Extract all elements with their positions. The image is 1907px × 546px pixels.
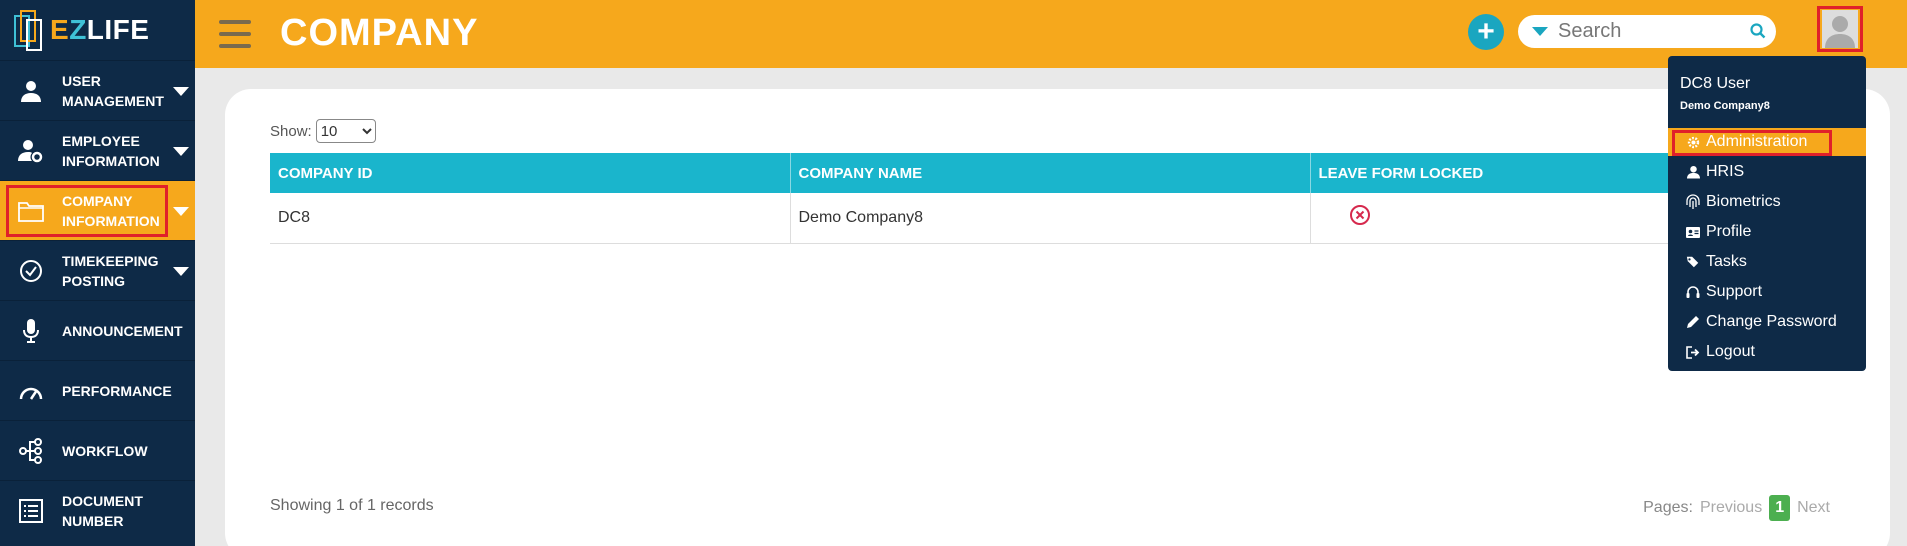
user-dropdown-menu: DC8 User Demo Company8 Administration HR… (1668, 56, 1866, 371)
avatar-icon (1822, 10, 1858, 48)
column-header-company-id[interactable]: COMPANY ID (270, 153, 791, 193)
add-button[interactable]: + (1468, 14, 1504, 50)
logout-icon (1686, 345, 1700, 359)
menu-item-change-password[interactable]: Change Password (1668, 308, 1866, 336)
sidebar-item-label: EMPLOYEE INFORMATION (62, 132, 160, 169)
menu-item-label: Profile (1706, 223, 1752, 240)
menu-item-logout[interactable]: Logout (1668, 338, 1866, 366)
plus-icon: + (1477, 15, 1495, 48)
menu-item-profile[interactable]: Profile (1668, 218, 1866, 246)
menu-item-label: Tasks (1706, 253, 1747, 270)
sidebar-item-label: DOCUMENT NUMBER (62, 492, 143, 529)
headset-icon (1686, 285, 1700, 299)
list-icon (0, 498, 62, 523)
sidebar-item-workflow[interactable]: WORKFLOW (0, 420, 195, 480)
hamburger-menu-icon[interactable] (219, 20, 251, 48)
page-title: COMPANY (280, 12, 479, 54)
user-avatar-button[interactable] (1817, 6, 1863, 52)
page-size-control: Show: 10 (270, 119, 376, 143)
pages-label: Pages: (1643, 499, 1693, 516)
sidebar-item-timekeeping-posting[interactable]: TIMEKEEPING POSTING (0, 240, 195, 300)
check-circle-icon (0, 259, 62, 283)
record-count-text: Showing 1 of 1 records (270, 497, 434, 514)
user-gear-icon (0, 139, 62, 163)
sidebar-item-performance[interactable]: PERFORMANCE (0, 360, 195, 420)
app-logo[interactable]: EZLIFE (0, 0, 195, 60)
chevron-down-icon[interactable] (173, 87, 189, 96)
sidebar: EZLIFE USER MANAGEMENT EMPLOYEE INFORMATIO… (0, 0, 195, 546)
sidebar-item-label: WORKFLOW (62, 442, 148, 459)
menu-item-label: Change Password (1706, 313, 1837, 330)
search-icon[interactable] (1750, 23, 1766, 44)
page-size-select[interactable]: 10 (315, 119, 376, 143)
next-page-link[interactable]: Next (1797, 499, 1830, 517)
sidebar-item-label: ANNOUNCEMENT (62, 322, 183, 339)
logo-word-life: LIFE (86, 14, 150, 45)
logo-letter-z: Z (69, 14, 87, 45)
page-number-1[interactable]: 1 (1769, 495, 1791, 521)
sidebar-item-employee-information[interactable]: EMPLOYEE INFORMATION (0, 120, 195, 180)
pencil-icon (1686, 315, 1700, 329)
microphone-icon (0, 318, 62, 344)
menu-user-company: Demo Company8 (1680, 100, 1770, 112)
sidebar-item-label: PERFORMANCE (62, 382, 172, 399)
x-circle-icon (1349, 204, 1371, 231)
menu-user-name: DC8 User (1680, 75, 1751, 92)
search-input[interactable] (1558, 20, 1748, 43)
pagination: Pages: Previous 1 Next (1643, 495, 1830, 521)
show-label: Show: (270, 122, 312, 140)
menu-item-administration[interactable]: Administration (1668, 128, 1866, 156)
table-row[interactable]: DC8 Demo Company8 (270, 193, 1830, 244)
selection-highlight (6, 185, 168, 237)
fingerprint-icon (1686, 194, 1700, 210)
menu-item-label: Biometrics (1706, 193, 1781, 210)
workflow-icon (0, 437, 62, 464)
chevron-down-icon[interactable] (173, 147, 189, 156)
sidebar-item-label: USER MANAGEMENT (62, 72, 164, 109)
sidebar-item-company-information[interactable]: COMPANY INFORMATION (0, 180, 195, 240)
search-filter-dropdown-icon[interactable] (1532, 27, 1548, 36)
column-header-company-name[interactable]: COMPANY NAME (790, 153, 1311, 193)
gauge-icon (0, 381, 62, 401)
cell-company-id: DC8 (270, 193, 791, 244)
table-header-row: COMPANY ID COMPANY NAME LEAVE FORM LOCKE… (270, 153, 1830, 193)
menu-item-biometrics[interactable]: Biometrics (1668, 188, 1866, 216)
menu-item-label: Support (1706, 283, 1763, 300)
sidebar-item-document-number[interactable]: DOCUMENT NUMBER (0, 480, 195, 540)
previous-page-link[interactable]: Previous (1700, 499, 1762, 517)
menu-item-label: Logout (1706, 343, 1755, 360)
menu-item-support[interactable]: Support (1668, 278, 1866, 306)
sidebar-item-user-management[interactable]: USER MANAGEMENT (0, 60, 195, 120)
menu-item-label: HRIS (1706, 163, 1745, 180)
logo-letter-e: E (50, 14, 70, 45)
logo-text: EZLIFE (50, 14, 149, 46)
top-header: COMPANY + (195, 0, 1907, 68)
logo-mark-icon (12, 6, 46, 54)
cell-company-name: Demo Company8 (790, 193, 1311, 244)
sidebar-item-label: TIMEKEEPING POSTING (62, 252, 159, 289)
company-table: COMPANY ID COMPANY NAME LEAVE FORM LOCKE… (270, 153, 1830, 244)
search-bar (1518, 15, 1776, 48)
menu-item-hris[interactable]: HRIS (1668, 158, 1866, 186)
id-card-icon (1686, 226, 1700, 238)
content-card: Show: 10 COMPANY ID COMPANY NAME LEAVE F… (225, 89, 1890, 546)
selection-highlight (1672, 130, 1832, 156)
user-icon (1686, 165, 1700, 179)
user-icon (0, 79, 62, 103)
menu-item-tasks[interactable]: Tasks (1668, 248, 1866, 276)
chevron-down-icon[interactable] (173, 207, 189, 216)
chevron-down-icon[interactable] (173, 267, 189, 276)
sidebar-item-announcement[interactable]: ANNOUNCEMENT (0, 300, 195, 360)
tags-icon (1686, 255, 1700, 269)
